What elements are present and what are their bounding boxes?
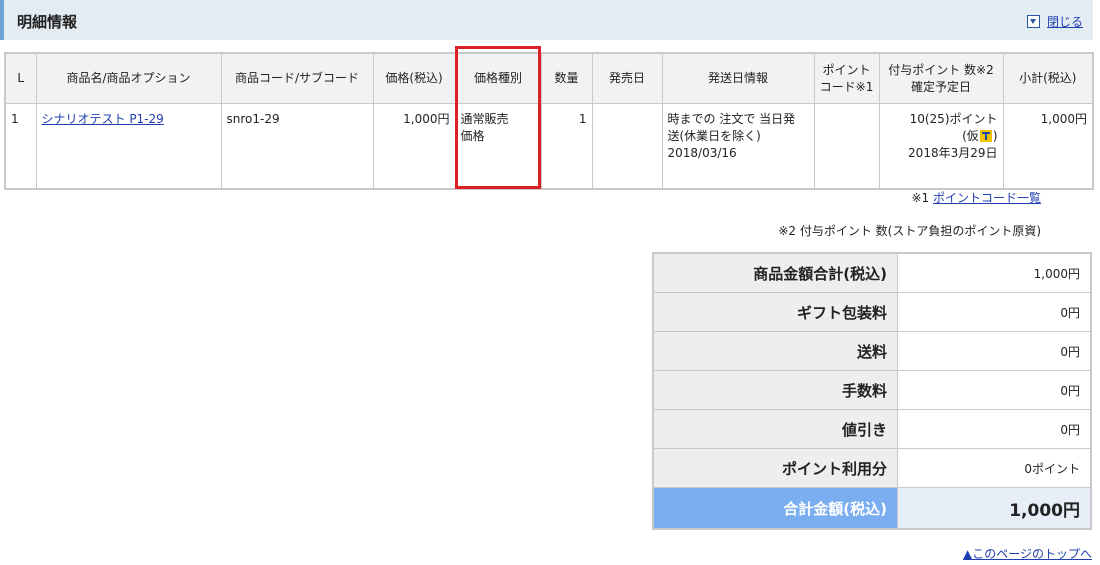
total-label: 合計金額(税込) [652, 487, 898, 530]
summary-label: ポイント利用分 [652, 448, 898, 488]
table-row: 1 シナリオテスト P1-29 snro1-29 1,000円 通常販売 価格 … [4, 103, 1094, 190]
close-link[interactable]: 閉じる [1047, 13, 1083, 30]
points-provisional-open: (仮 [962, 129, 979, 143]
summary-value: 1,000円 [897, 252, 1092, 293]
total-row: 合計金額(税込) 1,000円 [652, 487, 1092, 530]
summary-row: 商品金額合計(税込) 1,000円 [652, 252, 1092, 293]
summary-value: 0円 [897, 370, 1092, 410]
cell-points: 10(25)ポイント (仮) 2018年3月29日 [878, 103, 1004, 190]
dropdown-close-icon[interactable] [1026, 15, 1040, 28]
point-code-list-link[interactable]: ポイントコード一覧 [933, 191, 1041, 205]
col-code: 商品コード/サブコード [220, 52, 374, 104]
points-provisional: (仮) [885, 128, 998, 145]
note1-prefix: ※1 [911, 191, 933, 205]
cell-price: 1,000円 [372, 103, 456, 190]
close-toggle[interactable]: 閉じる [1026, 13, 1083, 30]
summary-table: 商品金額合計(税込) 1,000円 ギフト包装料 0円 送料 0円 手数料 0円… [652, 252, 1092, 530]
summary-row: 手数料 0円 [652, 370, 1092, 410]
cell-name: シナリオテスト P1-29 [35, 103, 222, 190]
summary-row: 送料 0円 [652, 331, 1092, 371]
col-points: 付与ポイント 数※2 確定予定日 [878, 52, 1004, 104]
col-price-type: 価格種別 [454, 52, 542, 104]
section-title: 明細情報 [17, 13, 78, 31]
col-ship-info: 発送日情報 [661, 52, 815, 104]
note-points-source: ※2 付与ポイント 数(ストア負担のポイント原資) [778, 224, 1041, 238]
cell-release [591, 103, 663, 190]
cell-qty: 1 [540, 103, 593, 190]
summary-label: 値引き [652, 409, 898, 449]
points-provisional-close: ) [992, 129, 998, 143]
cell-subtotal: 1,000円 [1002, 103, 1094, 190]
summary-value: 0円 [897, 331, 1092, 371]
page-top-link[interactable]: ▲このページのトップへ [963, 545, 1092, 562]
col-release: 発売日 [591, 52, 663, 104]
col-qty: 数量 [540, 52, 593, 104]
col-point-code: ポイント コード※1 [813, 52, 880, 104]
points-date: 2018年3月29日 [908, 146, 998, 160]
summary-row: ポイント利用分 0ポイント [652, 448, 1092, 488]
summary-label: 商品金額合計(税込) [652, 252, 898, 293]
summary-label: ギフト包装料 [652, 292, 898, 332]
total-value: 1,000円 [897, 487, 1092, 530]
col-line: L [4, 52, 37, 104]
cell-price-type: 通常販売 価格 [454, 103, 542, 190]
summary-label: 手数料 [652, 370, 898, 410]
summary-value: 0ポイント [897, 448, 1092, 488]
summary-value: 0円 [897, 409, 1092, 449]
note-point-code: ※1 ポイントコード一覧 [911, 189, 1041, 206]
order-detail-table: L 商品名/商品オプション 商品コード/サブコード 価格(税込) 価格種別 数量… [4, 52, 1094, 190]
col-name: 商品名/商品オプション [35, 52, 222, 104]
section-header: 明細情報 閉じる [0, 0, 1093, 40]
t-point-icon [979, 130, 992, 142]
summary-label: 送料 [652, 331, 898, 371]
points-value: 10(25)ポイント [909, 112, 998, 126]
cell-point-code [813, 103, 880, 190]
summary-row: 値引き 0円 [652, 409, 1092, 449]
summary-row: ギフト包装料 0円 [652, 292, 1092, 332]
product-link[interactable]: シナリオテスト P1-29 [42, 112, 164, 126]
summary-value: 0円 [897, 292, 1092, 332]
page-top-label[interactable]: ▲このページのトップへ [963, 547, 1092, 561]
table-header-row: L 商品名/商品オプション 商品コード/サブコード 価格(税込) 価格種別 数量… [4, 52, 1094, 104]
col-price: 価格(税込) [372, 52, 456, 104]
cell-code: snro1-29 [220, 103, 374, 190]
col-subtotal: 小計(税込) [1002, 52, 1094, 104]
cell-line: 1 [4, 103, 37, 190]
cell-ship-info: 時までの 注文で 当日発 送(休業日を除く) 2018/03/16 [661, 103, 815, 190]
